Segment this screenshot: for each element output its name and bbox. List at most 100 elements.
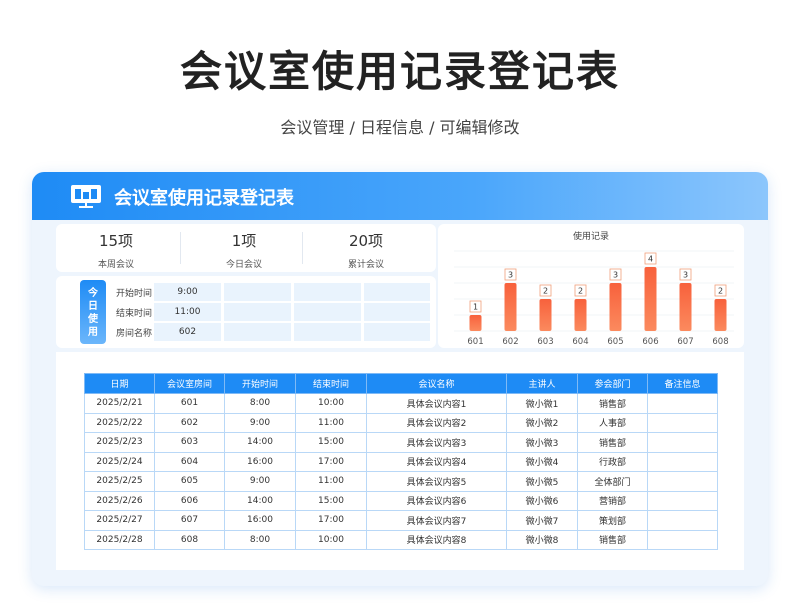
table-cell[interactable]: 10:00 bbox=[295, 393, 367, 414]
bar[interactable] bbox=[679, 283, 692, 331]
empty-cell[interactable] bbox=[294, 283, 361, 301]
table-cell[interactable]: 17:00 bbox=[295, 451, 367, 472]
table-row[interactable]: 2025/2/28 608 8:00 10:00 具体会议内容8 微小微8 销售部 bbox=[84, 529, 718, 550]
table-row[interactable]: 2025/2/22 602 9:00 11:00 具体会议内容2 微小微2 人事部 bbox=[84, 412, 718, 433]
table-cell[interactable]: 603 bbox=[154, 432, 225, 453]
table-cell[interactable]: 8:00 bbox=[224, 529, 296, 550]
column-header[interactable]: 主讲人 bbox=[506, 373, 578, 394]
bar[interactable] bbox=[539, 299, 552, 331]
table-cell[interactable] bbox=[647, 490, 718, 511]
table-cell[interactable] bbox=[647, 510, 718, 531]
table-cell[interactable]: 607 bbox=[154, 510, 225, 531]
table-cell[interactable]: 具体会议内容3 bbox=[366, 432, 507, 453]
table-cell[interactable]: 具体会议内容7 bbox=[366, 510, 507, 531]
column-header[interactable]: 会议室房间 bbox=[154, 373, 225, 394]
table-cell[interactable] bbox=[647, 529, 718, 550]
bar[interactable] bbox=[504, 283, 517, 331]
table-cell[interactable]: 微小微7 bbox=[506, 510, 578, 531]
empty-cell[interactable] bbox=[224, 283, 291, 301]
empty-cell[interactable] bbox=[294, 323, 361, 341]
table-cell[interactable]: 微小微5 bbox=[506, 471, 578, 492]
column-header[interactable]: 开始时间 bbox=[224, 373, 296, 394]
table-cell[interactable]: 14:00 bbox=[224, 490, 296, 511]
bar[interactable] bbox=[609, 283, 622, 331]
table-cell[interactable]: 人事部 bbox=[577, 412, 648, 433]
empty-cell[interactable] bbox=[224, 303, 291, 321]
table-cell[interactable]: 具体会议内容4 bbox=[366, 451, 507, 472]
table-cell[interactable]: 销售部 bbox=[577, 393, 648, 414]
table-cell[interactable]: 10:00 bbox=[295, 529, 367, 550]
column-header[interactable]: 日期 bbox=[84, 373, 155, 394]
bar[interactable] bbox=[644, 267, 657, 331]
table-cell[interactable]: 微小微3 bbox=[506, 432, 578, 453]
table-cell[interactable]: 606 bbox=[154, 490, 225, 511]
empty-cell[interactable] bbox=[364, 303, 430, 321]
table-row[interactable]: 2025/2/24 604 16:00 17:00 具体会议内容4 微小微4 行政部 bbox=[84, 451, 718, 472]
table-cell[interactable]: 具体会议内容5 bbox=[366, 471, 507, 492]
table-row[interactable]: 2025/2/26 606 14:00 15:00 具体会议内容6 微小微6 营销部 bbox=[84, 490, 718, 511]
table-cell[interactable]: 2025/2/28 bbox=[84, 529, 155, 550]
value-cell[interactable]: 9:00 bbox=[154, 283, 221, 301]
table-cell[interactable]: 9:00 bbox=[224, 412, 296, 433]
table-cell[interactable] bbox=[647, 432, 718, 453]
table-cell[interactable]: 具体会议内容6 bbox=[366, 490, 507, 511]
table-cell[interactable]: 销售部 bbox=[577, 432, 648, 453]
table-cell[interactable]: 15:00 bbox=[295, 432, 367, 453]
table-cell[interactable]: 微小微2 bbox=[506, 412, 578, 433]
table-cell[interactable]: 9:00 bbox=[224, 471, 296, 492]
table-cell[interactable]: 微小微1 bbox=[506, 393, 578, 414]
table-cell[interactable]: 2025/2/26 bbox=[84, 490, 155, 511]
table-cell[interactable]: 8:00 bbox=[224, 393, 296, 414]
empty-cell[interactable] bbox=[224, 323, 291, 341]
table-cell[interactable]: 具体会议内容8 bbox=[366, 529, 507, 550]
table-cell[interactable]: 微小微8 bbox=[506, 529, 578, 550]
table-cell[interactable]: 2025/2/27 bbox=[84, 510, 155, 531]
value-cell[interactable]: 11:00 bbox=[154, 303, 221, 321]
column-header[interactable]: 会议名称 bbox=[366, 373, 507, 394]
table-cell[interactable]: 16:00 bbox=[224, 510, 296, 531]
table-row[interactable]: 2025/2/23 603 14:00 15:00 具体会议内容3 微小微3 销售部 bbox=[84, 432, 718, 453]
table-cell[interactable]: 具体会议内容1 bbox=[366, 393, 507, 414]
empty-cell[interactable] bbox=[364, 323, 430, 341]
table-cell[interactable]: 601 bbox=[154, 393, 225, 414]
table-row[interactable]: 2025/2/25 605 9:00 11:00 具体会议内容5 微小微5 全体部门 bbox=[84, 471, 718, 492]
table-cell[interactable]: 604 bbox=[154, 451, 225, 472]
table-cell[interactable]: 销售部 bbox=[577, 529, 648, 550]
column-header[interactable]: 结束时间 bbox=[295, 373, 367, 394]
table-cell[interactable]: 14:00 bbox=[224, 432, 296, 453]
table-cell[interactable] bbox=[647, 393, 718, 414]
column-header[interactable]: 备注信息 bbox=[647, 373, 718, 394]
table-cell[interactable] bbox=[647, 471, 718, 492]
table-cell[interactable]: 微小微4 bbox=[506, 451, 578, 472]
table-cell[interactable]: 15:00 bbox=[295, 490, 367, 511]
table-cell[interactable]: 2025/2/25 bbox=[84, 471, 155, 492]
table-cell[interactable]: 605 bbox=[154, 471, 225, 492]
value-cell[interactable]: 602 bbox=[154, 323, 221, 341]
table-cell[interactable] bbox=[647, 412, 718, 433]
table-cell[interactable]: 2025/2/21 bbox=[84, 393, 155, 414]
table-cell[interactable]: 2025/2/23 bbox=[84, 432, 155, 453]
table-cell[interactable]: 2025/2/24 bbox=[84, 451, 155, 472]
column-header[interactable]: 参会部门 bbox=[577, 373, 648, 394]
table-cell[interactable]: 策划部 bbox=[577, 510, 648, 531]
bar[interactable] bbox=[574, 299, 587, 331]
table-cell[interactable]: 17:00 bbox=[295, 510, 367, 531]
table-cell[interactable]: 608 bbox=[154, 529, 225, 550]
bar[interactable] bbox=[469, 315, 482, 331]
table-cell[interactable]: 营销部 bbox=[577, 490, 648, 511]
table-cell[interactable]: 微小微6 bbox=[506, 490, 578, 511]
table-cell[interactable] bbox=[647, 451, 718, 472]
table-row[interactable]: 2025/2/27 607 16:00 17:00 具体会议内容7 微小微7 策划部 bbox=[84, 510, 718, 531]
table-cell[interactable]: 16:00 bbox=[224, 451, 296, 472]
table-cell[interactable]: 2025/2/22 bbox=[84, 412, 155, 433]
empty-cell[interactable] bbox=[364, 283, 430, 301]
table-cell[interactable]: 11:00 bbox=[295, 471, 367, 492]
empty-cell[interactable] bbox=[294, 303, 361, 321]
table-cell[interactable]: 全体部门 bbox=[577, 471, 648, 492]
table-row[interactable]: 2025/2/21 601 8:00 10:00 具体会议内容1 微小微1 销售部 bbox=[84, 393, 718, 414]
table-cell[interactable]: 具体会议内容2 bbox=[366, 412, 507, 433]
table-cell[interactable]: 11:00 bbox=[295, 412, 367, 433]
table-cell[interactable]: 行政部 bbox=[577, 451, 648, 472]
bar[interactable] bbox=[714, 299, 727, 331]
table-cell[interactable]: 602 bbox=[154, 412, 225, 433]
